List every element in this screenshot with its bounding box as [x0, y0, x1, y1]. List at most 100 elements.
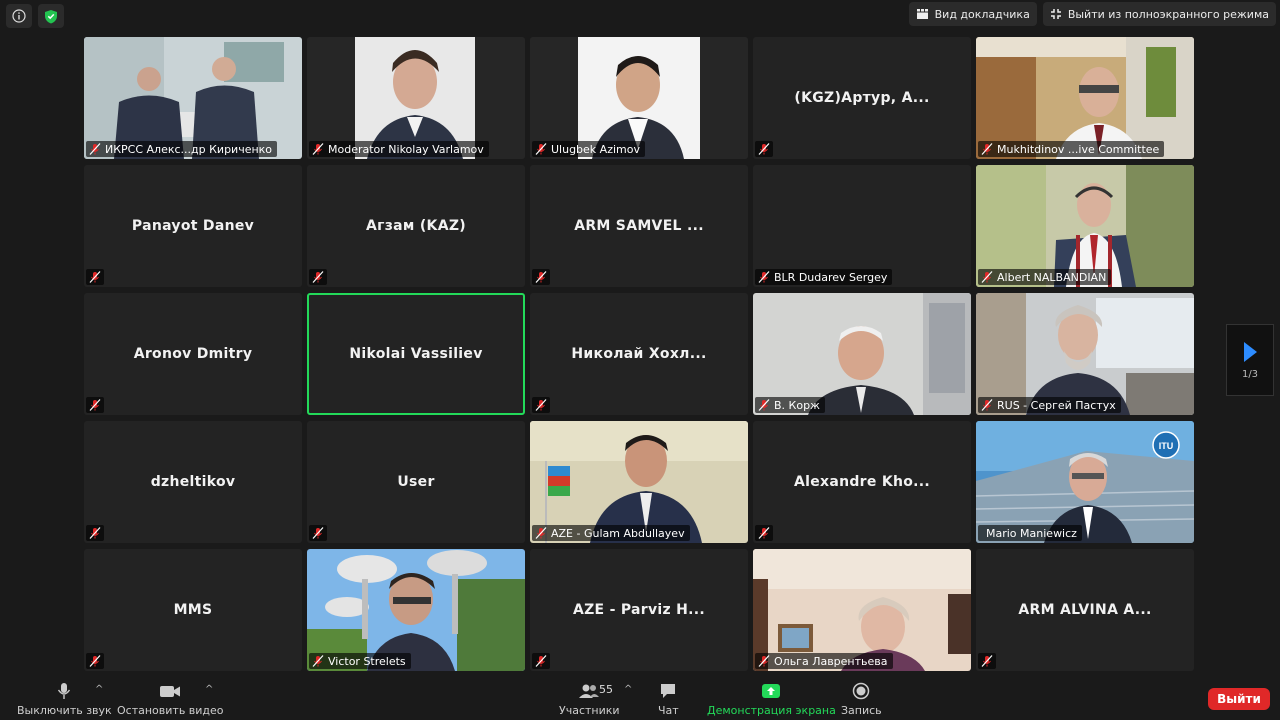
participant-tile[interactable]: dzheltikov: [84, 421, 302, 543]
exit-fullscreen-button[interactable]: Выйти из полноэкранного режима: [1042, 2, 1276, 26]
mic-muted-icon: [755, 141, 773, 157]
mic-muted-icon: [535, 143, 547, 155]
mic-muted-icon: [532, 269, 550, 285]
security-shield-icon[interactable]: [38, 4, 64, 28]
page-indicator: 1/3: [1241, 368, 1259, 380]
mic-muted-icon: [758, 655, 770, 667]
mic-muted-icon: [981, 399, 993, 411]
participant-tile[interactable]: User: [307, 421, 525, 543]
participant-label: ИКРСС Алекс...др Кириченко: [86, 141, 278, 157]
mic-muted-icon: [978, 653, 996, 669]
participant-label: Albert NALBANDIAN: [978, 269, 1112, 285]
mic-muted-icon: [758, 271, 770, 283]
share-screen-icon: [762, 684, 781, 698]
participant-label: Moderator Nikolay Varlamov: [309, 141, 489, 157]
participant-name: MMS: [173, 602, 213, 618]
info-icon[interactable]: [6, 4, 32, 28]
participant-tile[interactable]: (KGZ)Артур, А...: [753, 37, 971, 159]
participant-tile[interactable]: Albert NALBANDIAN: [976, 165, 1194, 287]
participant-tile[interactable]: В. Корж: [753, 293, 971, 415]
video-options-caret-icon[interactable]: ^: [205, 684, 213, 695]
participant-tile[interactable]: Mukhitdinov ...ive Committee: [976, 37, 1194, 159]
mic-muted-icon: [981, 271, 993, 283]
participant-name: Panayot Danev: [131, 218, 255, 234]
mic-muted-icon: [86, 525, 104, 541]
exit-fullscreen-icon: [1050, 9, 1061, 19]
mic-muted-icon: [312, 655, 324, 667]
video-camera-icon: [160, 686, 181, 697]
participant-name: User: [397, 474, 435, 490]
mic-muted-icon: [86, 269, 104, 285]
speaker-view-label: Вид докладчика: [934, 7, 1030, 21]
participant-tile[interactable]: ARM SAMVEL ...: [530, 165, 748, 287]
record-icon: [853, 682, 870, 700]
record-button[interactable]: Запись: [841, 682, 882, 717]
participant-tile[interactable]: Alexandre Kho...: [753, 421, 971, 543]
participant-name: AZE - Parviz H...: [572, 602, 706, 618]
participant-label: В. Корж: [755, 397, 825, 413]
participant-label: AZE - Gulam Abdullayev: [532, 525, 690, 541]
mic-muted-icon: [532, 397, 550, 413]
meeting-toolbar: Выключить звук ^ Остановить видео ^ Учас…: [0, 678, 1280, 720]
participant-label: RUS - Сергей Пастух: [978, 397, 1121, 413]
participant-tile[interactable]: MMS: [84, 549, 302, 671]
participant-tile[interactable]: Николай Хохл...: [530, 293, 748, 415]
speaker-view-icon: [916, 9, 928, 19]
participant-tile[interactable]: Victor Strelets: [307, 549, 525, 671]
participants-icon: [579, 684, 600, 698]
participant-label: Ulugbek Azimov: [532, 141, 645, 157]
participant-tile[interactable]: ITU Mario Maniewicz: [976, 421, 1194, 543]
participant-tile[interactable]: Aronov Dmitry: [84, 293, 302, 415]
participant-tile[interactable]: AZE - Gulam Abdullayev: [530, 421, 748, 543]
participants-options-caret-icon[interactable]: ^: [624, 684, 632, 695]
participant-tile[interactable]: RUS - Сергей Пастух: [976, 293, 1194, 415]
mic-muted-icon: [755, 525, 773, 541]
participant-tile[interactable]: AZE - Parviz H...: [530, 549, 748, 671]
participant-tile[interactable]: Ulugbek Azimov: [530, 37, 748, 159]
participant-tile[interactable]: BLR Dudarev Sergey: [753, 165, 971, 287]
mic-muted-icon: [86, 397, 104, 413]
chevron-right-icon: [1244, 341, 1257, 362]
mic-muted-icon: [89, 143, 101, 155]
top-left-indicators: [6, 4, 64, 28]
audio-options-caret-icon[interactable]: ^: [95, 684, 103, 695]
participant-tile[interactable]: Panayot Danev: [84, 165, 302, 287]
share-screen-button[interactable]: Демонстрация экрана: [707, 682, 836, 717]
participant-label: Victor Strelets: [309, 653, 411, 669]
leave-meeting-button[interactable]: Выйти: [1208, 688, 1270, 710]
next-page-button[interactable]: 1/3: [1226, 324, 1274, 396]
participant-name: Alexandre Kho...: [793, 474, 931, 490]
mic-muted-icon: [981, 143, 993, 155]
mic-muted-icon: [309, 525, 327, 541]
chat-button[interactable]: Чат: [658, 682, 679, 717]
participant-label: Mario Maniewicz: [978, 525, 1082, 541]
participant-name: Агзам (KAZ): [366, 218, 466, 234]
participant-tile[interactable]: ИКРСС Алекс...др Кириченко: [84, 37, 302, 159]
itu-logo: ITU: [1159, 441, 1174, 451]
participant-label: BLR Dudarev Sergey: [755, 269, 893, 285]
chat-bubble-icon: [661, 684, 676, 698]
exit-fullscreen-label: Выйти из полноэкранного режима: [1067, 7, 1269, 21]
mic-muted-icon: [309, 269, 327, 285]
participant-gallery: ИКРСС Алекс...др Кириченко Moderator Nik…: [84, 37, 1194, 671]
participant-tile[interactable]: Moderator Nikolay Varlamov: [307, 37, 525, 159]
microphone-icon: [58, 683, 71, 699]
mic-muted-icon: [86, 653, 104, 669]
participant-name: dzheltikov: [150, 474, 236, 490]
participant-name: (KGZ)Артур, А...: [794, 90, 930, 106]
mic-muted-icon: [312, 143, 324, 155]
participants-count: 55: [599, 683, 613, 696]
speaker-view-button[interactable]: Вид докладчика: [908, 2, 1037, 26]
mic-muted-icon: [532, 653, 550, 669]
participant-name: Aronov Dmitry: [133, 346, 253, 362]
participant-name: Николай Хохл...: [571, 346, 707, 362]
participant-tile[interactable]: Агзам (KAZ): [307, 165, 525, 287]
participant-tile-active-speaker[interactable]: Nikolai Vassiliev: [307, 293, 525, 415]
participant-label: Ольга Лаврентьева: [755, 653, 893, 669]
participant-name: Nikolai Vassiliev: [349, 346, 483, 362]
participant-tile[interactable]: Ольга Лаврентьева: [753, 549, 971, 671]
mic-muted-icon: [535, 527, 547, 539]
participant-label: Mukhitdinov ...ive Committee: [978, 141, 1165, 157]
participant-tile[interactable]: ARM ALVINA A...: [976, 549, 1194, 671]
mic-muted-icon: [758, 399, 770, 411]
